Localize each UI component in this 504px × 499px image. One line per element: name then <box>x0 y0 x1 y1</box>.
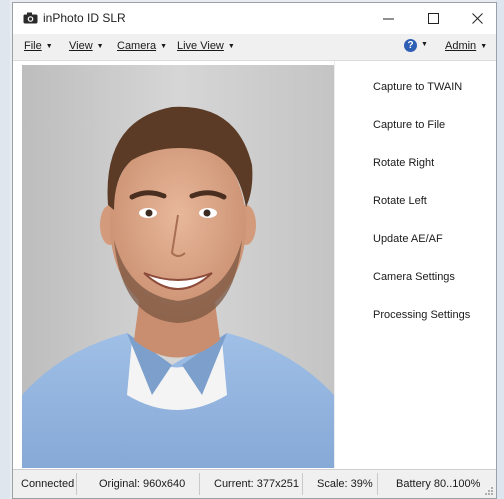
processing-settings-button[interactable]: Processing Settings <box>373 309 470 321</box>
menu-bar: File ▼ View ▼ Camera ▼ Live View ▼ ? ▼ Admin ▼ <box>13 34 496 61</box>
status-bar: Connected t Original: 960x640 Current: 3… <box>13 469 496 498</box>
status-scale: Scale: 39% <box>317 478 373 490</box>
chevron-down-icon: ▼ <box>227 43 235 50</box>
rotate-left-button[interactable]: Rotate Left <box>373 195 427 207</box>
menu-camera[interactable]: Camera ▼ <box>117 40 167 52</box>
menu-view-label: View <box>69 40 93 52</box>
menu-admin[interactable]: Admin ▼ <box>445 40 487 52</box>
desktop-background-right <box>496 0 504 499</box>
camera-icon <box>23 12 38 24</box>
menu-view[interactable]: View ▼ <box>69 40 104 52</box>
chevron-down-icon: ▼ <box>421 41 428 48</box>
update-ae-af-button[interactable]: Update AE/AF <box>373 233 443 245</box>
title-bar[interactable]: inPhoto ID SLR <box>13 3 496 34</box>
help-icon: ? <box>404 39 417 52</box>
camera-settings-button[interactable]: Camera Settings <box>373 271 455 283</box>
capture-to-file-button[interactable]: Capture to File <box>373 119 445 131</box>
help-button[interactable]: ? ▼ <box>404 39 428 52</box>
menu-file[interactable]: File ▼ <box>24 40 53 52</box>
status-separator <box>377 473 378 495</box>
status-separator <box>76 473 77 495</box>
status-connection: Connected t <box>21 478 75 490</box>
close-button[interactable] <box>459 3 495 34</box>
status-original-size: Original: 960x640 <box>99 478 186 490</box>
desktop-background <box>0 0 10 499</box>
menu-live-view-label: Live View <box>177 40 224 52</box>
close-icon <box>471 13 483 24</box>
status-separator <box>302 473 303 495</box>
menu-file-label: File <box>24 40 42 52</box>
resize-grip-icon[interactable] <box>484 486 494 496</box>
portrait-photo <box>22 65 334 468</box>
status-separator <box>199 473 200 495</box>
actions-panel: Capture to TWAIN Capture to File Rotate … <box>335 61 496 469</box>
app-window: inPhoto ID SLR File ▼ View ▼ Camera ▼ Li… <box>12 2 497 499</box>
maximize-button[interactable] <box>415 3 451 34</box>
chevron-down-icon: ▼ <box>480 43 488 50</box>
menu-camera-label: Camera <box>117 40 157 52</box>
chevron-down-icon: ▼ <box>160 43 168 50</box>
capture-to-twain-button[interactable]: Capture to TWAIN <box>373 81 462 93</box>
menu-admin-label: Admin <box>445 40 477 52</box>
minimize-icon <box>382 18 394 20</box>
maximize-icon <box>427 13 439 24</box>
rotate-right-button[interactable]: Rotate Right <box>373 157 434 169</box>
window-title: inPhoto ID SLR <box>43 11 126 25</box>
photo-preview[interactable] <box>22 65 334 468</box>
menu-live-view[interactable]: Live View ▼ <box>177 40 235 52</box>
chevron-down-icon: ▼ <box>45 43 53 50</box>
status-current-size: Current: 377x251 <box>214 478 299 490</box>
minimize-button[interactable] <box>370 3 406 34</box>
status-battery: Battery 80..100% <box>396 478 481 490</box>
chevron-down-icon: ▼ <box>96 43 104 50</box>
